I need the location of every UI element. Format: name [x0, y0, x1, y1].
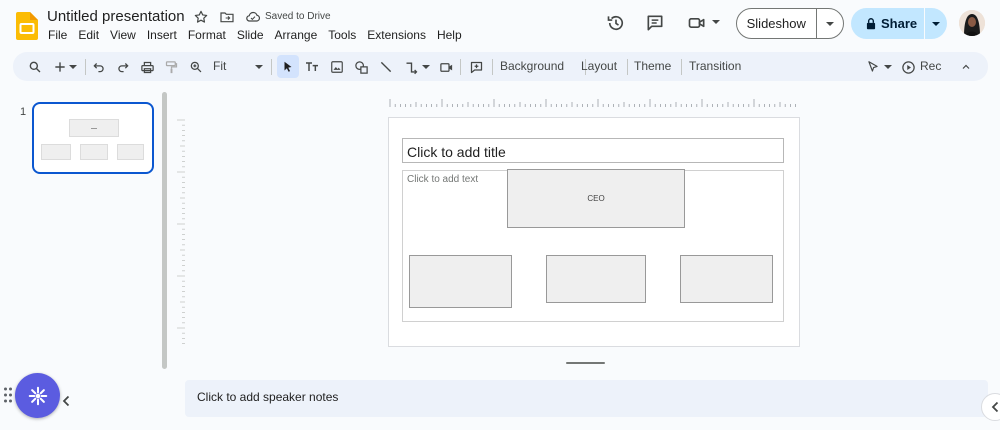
menu-extensions[interactable]: Extensions — [367, 28, 426, 44]
background-button[interactable]: Background — [500, 59, 564, 73]
add-comment-icon[interactable] — [467, 58, 485, 76]
chevron-down-icon[interactable] — [817, 9, 844, 38]
slides-logo-icon[interactable] — [16, 12, 38, 40]
theme-button[interactable]: Theme — [634, 59, 671, 73]
thumbnail-box — [80, 144, 108, 160]
thumbnail-box — [41, 144, 71, 160]
chevron-down-icon[interactable] — [68, 58, 78, 76]
menu-file[interactable]: File — [48, 28, 67, 44]
share-label[interactable]: Share — [881, 16, 921, 31]
toolbar-divider — [460, 59, 461, 75]
thumbnail-box — [117, 144, 144, 160]
star-icon[interactable] — [193, 9, 209, 25]
undo-icon[interactable] — [90, 58, 108, 76]
chevron-left-icon — [991, 401, 999, 413]
chevron-down-icon[interactable] — [883, 58, 893, 76]
history-icon[interactable] — [605, 12, 627, 34]
slide-thumbnail[interactable] — [32, 102, 154, 174]
folder-move-icon[interactable] — [219, 9, 235, 25]
chevron-down-icon[interactable] — [711, 16, 721, 28]
slide-number: 1 — [20, 106, 27, 118]
chevron-down-icon[interactable] — [925, 9, 947, 38]
select-cursor-icon[interactable] — [279, 58, 297, 76]
zoom-icon[interactable] — [187, 58, 205, 76]
shape-icon[interactable] — [352, 58, 370, 76]
menu-insert[interactable]: Insert — [147, 28, 177, 44]
cloud-done-icon[interactable] — [245, 9, 261, 25]
menu-bar: File Edit View Insert Format Slide Arran… — [48, 28, 473, 44]
layout-button[interactable]: Layout — [581, 59, 617, 73]
chevron-down-icon[interactable] — [421, 58, 431, 76]
body-placeholder-text[interactable]: Click to add text — [407, 174, 478, 185]
toolbar-divider — [492, 59, 493, 75]
menu-arrange[interactable]: Arrange — [275, 28, 318, 44]
menu-format[interactable]: Format — [188, 28, 226, 44]
toolbar-divider — [627, 59, 628, 75]
laser-pointer-icon[interactable] — [864, 58, 882, 76]
title-placeholder[interactable]: Click to add title — [402, 138, 784, 163]
toolbar-divider — [85, 59, 86, 75]
toolbar-divider — [681, 59, 682, 75]
slideshow-button[interactable]: Slideshow — [736, 8, 844, 39]
notes-resize-handle[interactable] — [566, 362, 605, 364]
save-status: Saved to Drive — [265, 11, 331, 22]
filmstrip-scrollbar[interactable] — [162, 92, 167, 369]
share-button[interactable]: Share — [851, 8, 947, 39]
lock-icon — [851, 9, 881, 38]
ceo-box[interactable]: CEO — [507, 169, 685, 228]
slideshow-label[interactable]: Slideshow — [737, 16, 816, 31]
chevron-down-icon[interactable] — [254, 58, 264, 76]
comment-icon[interactable] — [644, 12, 666, 34]
document-title[interactable]: Untitled presentation — [47, 8, 185, 25]
menu-view[interactable]: View — [110, 28, 136, 44]
menu-slide[interactable]: Slide — [237, 28, 264, 44]
rec-button[interactable]: Rec — [920, 59, 941, 73]
zoom-select[interactable]: Fit — [213, 59, 226, 73]
line-icon[interactable] — [377, 58, 395, 76]
search-menus-icon[interactable] — [26, 58, 44, 76]
print-icon[interactable] — [138, 58, 156, 76]
toolbar-divider — [271, 59, 272, 75]
org-box-middle[interactable] — [546, 255, 646, 303]
thumbnail-ceo-box — [69, 119, 119, 137]
ceo-label: CEO — [587, 194, 605, 203]
menu-edit[interactable]: Edit — [78, 28, 99, 44]
record-icon[interactable] — [899, 58, 917, 76]
transition-button[interactable]: Transition — [689, 59, 741, 73]
speaker-notes-placeholder[interactable]: Click to add speaker notes — [197, 390, 338, 404]
horizontal-ruler[interactable] — [388, 96, 800, 107]
new-slide-icon[interactable] — [51, 58, 69, 76]
sparkle-icon — [27, 385, 49, 407]
menu-help[interactable]: Help — [437, 28, 462, 44]
org-box-right[interactable] — [680, 255, 773, 303]
image-icon[interactable] — [328, 58, 346, 76]
toolbar: Fit Background Layout Theme Transition R… — [13, 52, 988, 81]
connector-icon[interactable] — [402, 58, 420, 76]
chevron-left-icon[interactable] — [60, 394, 72, 408]
speaker-notes[interactable]: Click to add speaker notes — [185, 380, 988, 417]
text-box-icon[interactable] — [303, 58, 321, 76]
video-icon[interactable] — [437, 58, 455, 76]
chevron-up-icon[interactable] — [957, 58, 975, 76]
org-box-left[interactable] — [409, 255, 512, 308]
assistant-button[interactable] — [15, 373, 60, 418]
redo-icon[interactable] — [114, 58, 132, 76]
drag-handle-icon[interactable] — [3, 386, 13, 404]
vertical-ruler[interactable] — [175, 118, 185, 348]
video-camera-icon[interactable] — [686, 12, 708, 34]
paint-format-icon[interactable] — [162, 58, 180, 76]
menu-tools[interactable]: Tools — [328, 28, 356, 44]
avatar[interactable] — [959, 10, 985, 36]
